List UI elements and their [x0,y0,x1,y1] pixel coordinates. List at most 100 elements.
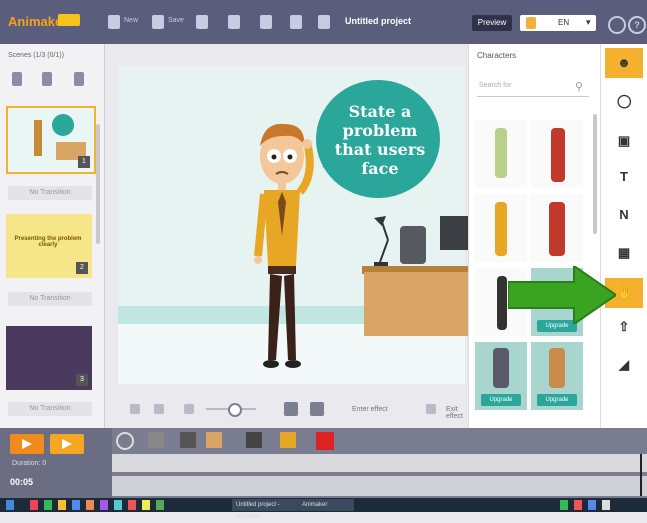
timeline-item[interactable] [280,432,296,448]
timeline-item[interactable] [148,432,164,448]
scene-thumb-3[interactable]: 3 [6,326,92,390]
language-value: EN [558,18,570,27]
start-icon[interactable] [6,500,14,510]
search-icon[interactable]: ⚲ [575,80,583,93]
audio-track[interactable] [112,476,647,496]
save-icon[interactable] [152,15,164,29]
background-icon[interactable]: ◢ [617,358,631,372]
help-icon[interactable]: ? [628,16,646,34]
app-icon[interactable] [100,500,108,510]
characters-search-input[interactable]: Search for ⚲ [477,78,589,97]
project-title[interactable]: Untitled project [345,16,411,26]
characters-scrollbar[interactable] [593,114,597,234]
video-icon[interactable]: ▦ [617,246,631,260]
grid-icon[interactable] [184,404,194,414]
play-scene-button[interactable] [50,434,84,454]
delete-scene-icon[interactable] [74,72,84,86]
add-scene-icon[interactable] [12,72,22,86]
app-icon[interactable] [30,500,38,510]
scene-thumb-2[interactable]: Presenting the problem clearly 2 [6,214,92,278]
character-figure [493,348,509,388]
tray-icon[interactable] [574,500,582,510]
text-icon[interactable]: T [617,170,631,184]
thinking-man-character[interactable] [244,116,324,376]
tray-icon[interactable] [588,500,596,510]
preview-button[interactable]: Preview [472,15,512,31]
hand-icon[interactable]: ✋ [617,286,633,300]
upgrade-button[interactable]: Upgrade [481,394,521,406]
chevron-down-icon: ▾ [586,17,591,27]
character-tile[interactable] [531,194,583,262]
number-icon[interactable]: N [617,208,631,222]
scene-number: 1 [78,156,90,168]
paste-icon[interactable] [290,15,302,29]
character-tile[interactable] [475,194,527,262]
timeline-item[interactable] [206,432,222,448]
redo-icon[interactable] [228,15,240,29]
taskbar-window-item[interactable]: Animaker [298,499,354,511]
app-icon[interactable] [58,500,66,510]
scenes-title: Scenes (1/3 (0/1)) [8,52,65,59]
app-icon[interactable] [128,500,136,510]
exit-effect-button[interactable]: Exit effect [446,406,466,420]
zoom-slider-knob[interactable] [228,403,242,417]
settings-icon[interactable] [608,16,626,34]
computer-monitor[interactable] [440,216,468,250]
app-icon[interactable] [86,500,94,510]
align-left-button[interactable] [284,402,298,416]
undo-icon[interactable] [196,15,208,29]
desk-lamp[interactable] [372,216,396,266]
timeline-end-marker[interactable] [640,454,642,496]
character-icon[interactable]: ☻ [617,56,631,70]
office-chair[interactable] [400,226,426,264]
new-button[interactable]: New [124,17,138,24]
camera-icon[interactable] [116,432,134,450]
scene-transition[interactable]: No Transition [8,292,92,306]
duplicate-scene-icon[interactable] [42,72,52,86]
app-icon[interactable] [142,500,150,510]
stage-canvas[interactable]: State a problem that users face [118,66,470,384]
timeline-item[interactable] [180,432,196,448]
timeline-item[interactable] [246,432,262,448]
timeline-item-selected[interactable] [316,432,334,450]
app-icon[interactable] [114,500,122,510]
scene-transition[interactable]: No Transition [8,402,92,416]
character-tile-premium[interactable]: Upgrade [531,342,583,410]
save-button[interactable]: Save [168,17,184,24]
upgrade-button[interactable]: Upgrade [537,394,577,406]
tray-icon[interactable] [602,500,610,510]
delete-icon[interactable] [318,15,330,29]
taskbar-window-item[interactable]: Untitled project - Animaker [232,499,298,520]
character-tile[interactable] [531,120,583,188]
effect-icon[interactable] [426,404,436,414]
scenes-scrollbar[interactable] [96,124,100,244]
character-figure [495,128,507,178]
thumb-text: Presenting the problem clearly [14,236,82,248]
app-icon[interactable] [72,500,80,510]
search-placeholder: Search for [479,82,512,89]
enter-effect-button[interactable]: Enter effect [352,406,388,413]
scene-thumb-1[interactable]: 1 [6,106,96,174]
speech-text[interactable]: State a problem that users face [328,102,432,178]
balloon-icon[interactable]: ◯ [617,94,632,108]
duration-label: Duration: 0 [12,460,47,467]
logo-badge [58,14,80,26]
cut-icon[interactable] [130,404,140,414]
copy-icon[interactable] [260,15,272,29]
image-icon[interactable]: ▣ [617,134,631,148]
character-tile-premium[interactable]: Upgrade [475,342,527,410]
office-desk[interactable] [364,272,468,336]
app-icon[interactable] [44,500,52,510]
align-right-button[interactable] [310,402,324,416]
new-file-icon[interactable] [108,15,120,29]
language-select[interactable]: EN ▾ [520,15,596,31]
character-tile[interactable] [475,120,527,188]
app-icon[interactable] [156,500,164,510]
tray-icon[interactable] [560,500,568,510]
scene-duration[interactable]: 00:05 [10,474,80,490]
upload-icon[interactable]: ⇧ [617,320,631,334]
scene-transition[interactable]: No Transition [8,186,92,200]
play-button[interactable] [10,434,44,454]
pen-icon[interactable] [154,404,164,414]
timeline-track[interactable] [112,454,647,472]
